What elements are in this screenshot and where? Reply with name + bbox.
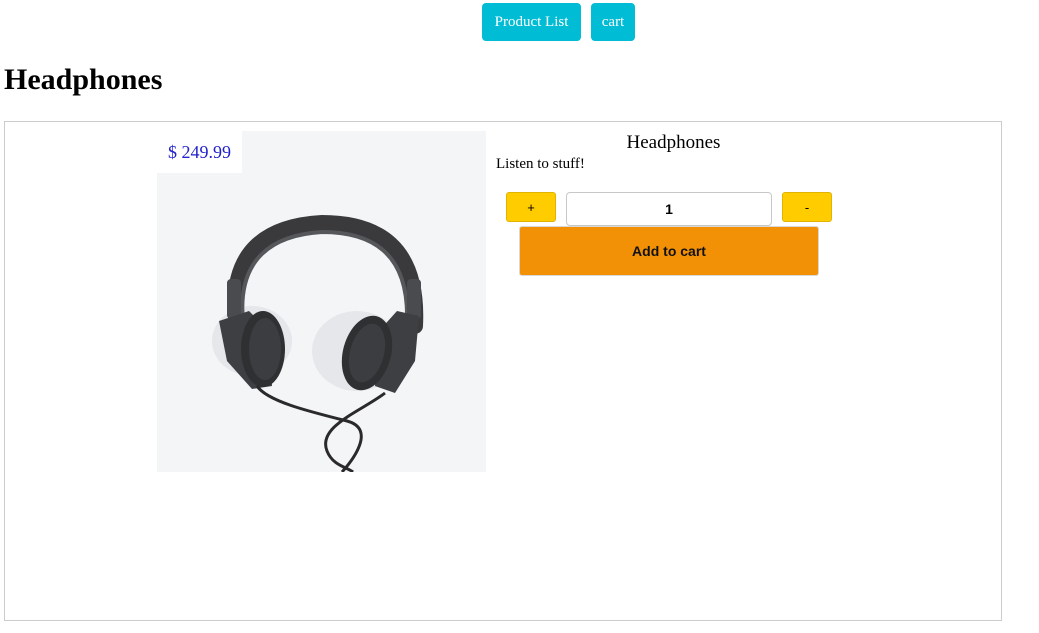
quantity-input[interactable]: 1	[566, 192, 772, 226]
product-image: $ 249.99	[157, 131, 486, 472]
product-name: Headphones	[626, 132, 721, 153]
product-card: $ 249.99 Headphones Listen to stuff! + 1…	[4, 121, 1002, 621]
product-description: Listen to stuff!	[496, 156, 585, 172]
add-to-cart-button[interactable]: Add to cart	[519, 226, 819, 276]
increment-quantity-button[interactable]: +	[506, 192, 556, 222]
page-title: Headphones	[4, 63, 163, 96]
top-nav: Product List cart	[482, 3, 635, 41]
cart-button[interactable]: cart	[591, 3, 635, 41]
headphones-image-icon	[212, 214, 424, 472]
product-list-button[interactable]: Product List	[482, 3, 581, 41]
decrement-quantity-button[interactable]: -	[782, 192, 832, 222]
price-tag: $ 249.99	[157, 131, 242, 173]
